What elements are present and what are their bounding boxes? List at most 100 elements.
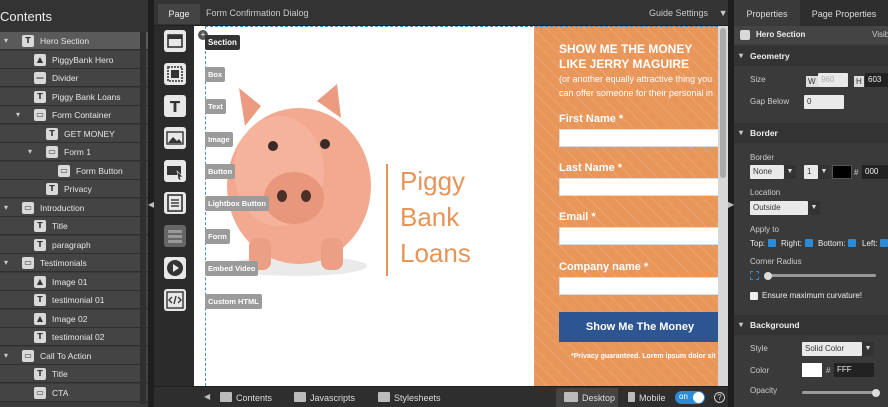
chevron-down-icon[interactable]: ▼ (862, 342, 874, 356)
bg-style-select[interactable]: Solid Color (802, 342, 862, 356)
email-field[interactable] (559, 227, 718, 245)
border-color-input[interactable]: 000 (862, 165, 888, 179)
opacity-knob[interactable] (872, 389, 880, 397)
tree-item[interactable]: T Title (0, 365, 148, 383)
tree-item[interactable]: T GET MONEY (0, 124, 148, 143)
tree-item[interactable]: ▾ ▭ Call To Action (0, 346, 148, 365)
tree-item[interactable]: ▾ ▭ Introduction (0, 198, 148, 217)
tab-page[interactable]: Page (158, 4, 200, 24)
tree-item[interactable]: ▾ T Hero Section (0, 32, 148, 50)
tab-page-properties[interactable]: Page Properties (800, 0, 888, 26)
first-name-field[interactable] (559, 129, 718, 147)
help-icon[interactable]: ? (714, 392, 725, 403)
contents-tab[interactable]: Contents (220, 391, 272, 405)
tree-item[interactable]: ▭ Form Button (0, 161, 148, 180)
tree-item-label: Piggy Bank Loans (52, 91, 121, 102)
border-width-select[interactable]: 1 (804, 165, 818, 179)
tab-properties[interactable]: Properties (734, 0, 800, 26)
section-chip[interactable]: Section (205, 35, 240, 50)
tree-toggle-icon[interactable]: ▾ (1, 351, 11, 361)
corner-radius-label: Corner Radius (750, 257, 802, 266)
chevron-down-icon[interactable]: ▼ (808, 201, 820, 215)
tree-item[interactable]: T Title (0, 217, 148, 235)
width-label: W (806, 76, 818, 87)
apply-bottom-checkbox[interactable] (848, 239, 856, 247)
collapse-bottom-icon[interactable]: ◀ (204, 392, 210, 401)
company-name-field[interactable] (559, 277, 718, 295)
corner-radius-knob[interactable] (764, 272, 772, 280)
lightbox-button-chip[interactable]: Lightbox Button (205, 196, 269, 211)
tree-scrollbar[interactable] (140, 32, 146, 404)
tree-item[interactable]: ▲ PiggyBank Hero (0, 50, 148, 69)
tree-toggle-icon[interactable]: ▾ (13, 110, 23, 120)
button-tool[interactable] (164, 160, 186, 182)
form-submit-button[interactable]: Show Me The Money (559, 312, 718, 342)
tree-toggle-icon[interactable]: ▾ (1, 258, 11, 268)
tree-item[interactable]: Ttestimonial 02 (0, 328, 148, 346)
image-tool[interactable] (164, 127, 186, 149)
canvas-scrollbar[interactable] (718, 26, 728, 386)
image-chip[interactable]: Image (205, 132, 233, 147)
custom-html-chip[interactable]: Custom HTML (205, 294, 262, 309)
tree-item[interactable]: ▾ ▭ Form 1 (0, 143, 148, 161)
corner-radius-slider[interactable] (766, 274, 876, 277)
box-tool[interactable] (164, 63, 186, 85)
stylesheets-tab[interactable]: Stylesheets (378, 391, 441, 405)
bg-color-swatch[interactable] (802, 363, 822, 377)
mobile-toggle[interactable]: on (675, 391, 705, 404)
form-tool[interactable] (164, 225, 186, 247)
tree-item[interactable]: Tparagraph (0, 235, 148, 254)
gap-below-input[interactable]: 0 (804, 95, 844, 109)
width-input[interactable]: 960 (818, 73, 848, 87)
chevron-down-icon[interactable]: ▼ (784, 165, 796, 179)
javascripts-tab[interactable]: Javascripts (294, 391, 355, 405)
location-select[interactable]: Outside (750, 201, 808, 215)
svg-text:T: T (170, 98, 181, 116)
border-style-select[interactable]: None (750, 165, 784, 179)
tree-item[interactable]: — Divider (0, 69, 148, 87)
box-chip[interactable]: Box (205, 67, 226, 82)
embed-video-chip[interactable]: Embed Video (205, 261, 259, 276)
tree-item[interactable]: T Piggy Bank Loans (0, 87, 148, 106)
tree-toggle-icon[interactable]: ▾ (1, 36, 11, 46)
section-tool[interactable] (164, 30, 186, 52)
mobile-view-button[interactable]: Mobile (628, 391, 666, 405)
embed-video-tool[interactable] (164, 257, 186, 279)
tree-item[interactable]: ▾ ▭ Testimonials (0, 254, 148, 272)
opacity-slider[interactable] (802, 391, 878, 394)
tree-item[interactable]: ▭ CTA (0, 383, 148, 402)
last-name-field[interactable] (559, 178, 718, 196)
tree-item[interactable]: Ttestimonial 01 (0, 291, 148, 309)
text-tool[interactable]: T (164, 95, 186, 117)
geometry-section-header[interactable]: Geometry (734, 46, 888, 66)
page-canvas[interactable]: Piggy Bank Loans SHOW ME THE MONEY LIKE … (194, 26, 718, 386)
apply-top-label: Top: (750, 239, 766, 248)
tree-toggle-icon[interactable]: ▾ (1, 203, 11, 213)
guide-settings-menu[interactable]: Guide Settings ▼ (649, 8, 727, 18)
height-input[interactable]: 603 (865, 73, 888, 87)
apply-left-checkbox[interactable] (880, 239, 888, 247)
tree-item[interactable]: ▾ ▭ Form Container (0, 106, 148, 124)
tree-item[interactable]: T Privacy (0, 180, 148, 198)
tree-toggle-icon[interactable]: ▾ (25, 147, 35, 157)
background-section-header[interactable]: Background (734, 315, 888, 335)
max-curvature-checkbox[interactable] (750, 292, 758, 300)
lightbox-button-tool[interactable] (164, 192, 186, 214)
tree-item[interactable]: ▲ Image 01 (0, 272, 148, 291)
text-chip[interactable]: Text (205, 99, 226, 114)
tree-item[interactable]: ▲ Image 02 (0, 309, 148, 328)
form-container[interactable]: SHOW ME THE MONEY LIKE JERRY MAGUIRE (or… (534, 26, 718, 386)
tree-node-icon: T (34, 238, 46, 251)
form-chip[interactable]: Form (205, 229, 230, 244)
section-icon (740, 30, 750, 40)
tree-node-icon: ▲ (34, 312, 46, 325)
button-chip[interactable]: Button (205, 164, 236, 179)
bg-color-input[interactable]: FFF (834, 363, 874, 377)
chevron-down-icon[interactable]: ▼ (818, 165, 830, 179)
custom-html-tool[interactable] (164, 289, 186, 311)
tree-node-icon: T (34, 220, 46, 232)
apply-right-checkbox[interactable] (805, 239, 813, 247)
border-section-header[interactable]: Border (734, 123, 888, 143)
apply-top-checkbox[interactable] (768, 239, 776, 247)
border-color-swatch[interactable] (832, 165, 852, 179)
